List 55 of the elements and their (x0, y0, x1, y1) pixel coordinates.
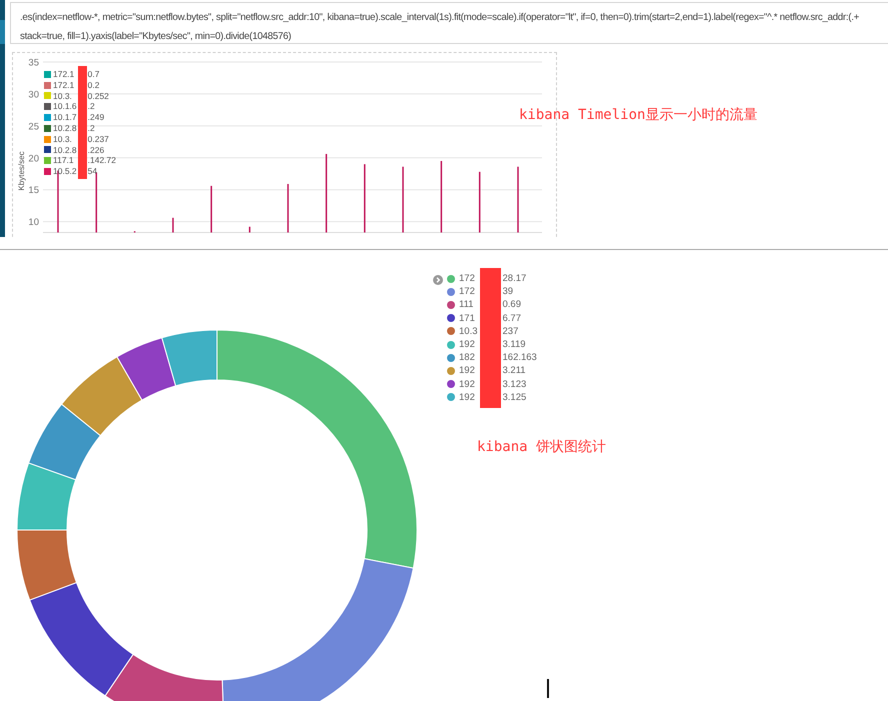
legend-label[interactable]: 10.3 (459, 324, 478, 338)
legend-label[interactable]: 172 (459, 272, 478, 286)
legend-label[interactable]: 10.1.7 (53, 112, 77, 123)
axis-label: Kbytes/sec (17, 151, 26, 191)
legend-label[interactable]: 0.7 (88, 69, 116, 80)
legend-label[interactable]: 10.1.6 (53, 101, 77, 112)
legend-label[interactable]: 0.252 (88, 90, 116, 102)
legend-label[interactable]: 10.3. (53, 90, 77, 102)
legend-label[interactable]: 171 (459, 312, 478, 325)
legend-label[interactable]: 10.3. (53, 134, 77, 145)
legend-label[interactable]: 3.125 (502, 390, 537, 404)
legend-label[interactable]: 0.2 (88, 80, 116, 91)
legend-label[interactable]: 117.1 (53, 155, 77, 166)
axis-tick-label: 20 (28, 153, 39, 164)
legend-label[interactable]: 172.1 (53, 80, 77, 91)
legend-label[interactable]: 192 (459, 390, 478, 404)
legend-label[interactable]: .249 (88, 112, 116, 123)
axis-tick-label: 25 (28, 121, 39, 132)
legend-label[interactable]: .2 (88, 101, 116, 112)
legend-label[interactable]: 39 (502, 285, 537, 298)
legend-label[interactable]: 111 (459, 298, 478, 312)
legend-label[interactable]: 172 (459, 285, 478, 298)
legend-label[interactable]: 192 (459, 378, 478, 391)
legend-label[interactable]: 162.163 (502, 351, 537, 364)
text-cursor (547, 679, 549, 698)
legend-label[interactable]: 237 (502, 324, 537, 338)
legend-label[interactable]: 182 (459, 351, 478, 364)
legend-label[interactable]: 192 (459, 364, 478, 378)
axis-tick-label: 30 (28, 89, 39, 100)
axis-tick-label: 35 (28, 58, 39, 68)
legend-label[interactable]: 0.69 (502, 298, 537, 312)
legend-label[interactable]: 172.1 (53, 69, 77, 80)
legend-label[interactable]: 3.119 (502, 338, 537, 352)
donut-slice (116, 337, 176, 401)
legend-label[interactable]: 10.5.2 (53, 166, 77, 177)
legend-label[interactable]: .142.72 (88, 155, 116, 166)
legend-label[interactable]: 0.237 (88, 134, 116, 145)
legend-label[interactable]: 54 (88, 166, 116, 177)
annotation-text: kibana Timelion显示一小时的流量 (519, 106, 758, 124)
collapse-toggle-icon[interactable] (433, 275, 443, 285)
legend-label[interactable]: .226 (88, 144, 116, 156)
legend-label[interactable]: 6.77 (502, 312, 537, 325)
donut-slice (16, 462, 76, 530)
legend-label[interactable]: 3.123 (502, 378, 537, 391)
expression-input[interactable]: .es(index=netflow-*, metric="sum:netflow.bytes", split="netflow.src_addr:10", kibana=true).scale_interval(1s).fit(mode=scale).if(operator="lt", if=0, then=0).trim(start=2,end=1).label(regex="^.* netflow.src_addr:(.+ stack=true, fill=1).yaxis(label="Kbytes/sec", min=0).divide(1048576) (10, 2, 888, 44)
annotation-text: kibana 饼状图统计 (477, 438, 608, 456)
legend-label[interactable]: 192 (459, 338, 478, 352)
axis-tick-label: 10 (28, 217, 39, 228)
axis-tick-label: 15 (28, 185, 39, 196)
legend-label[interactable]: 3.211 (502, 364, 537, 378)
legend-label[interactable]: 10.2.8 (53, 122, 77, 134)
legend-label[interactable]: .2 (88, 122, 116, 134)
legend-label[interactable]: 10.2.8 (53, 144, 77, 156)
sidebar-highlight (0, 20, 5, 44)
legend-label[interactable]: 28.17 (502, 272, 537, 286)
